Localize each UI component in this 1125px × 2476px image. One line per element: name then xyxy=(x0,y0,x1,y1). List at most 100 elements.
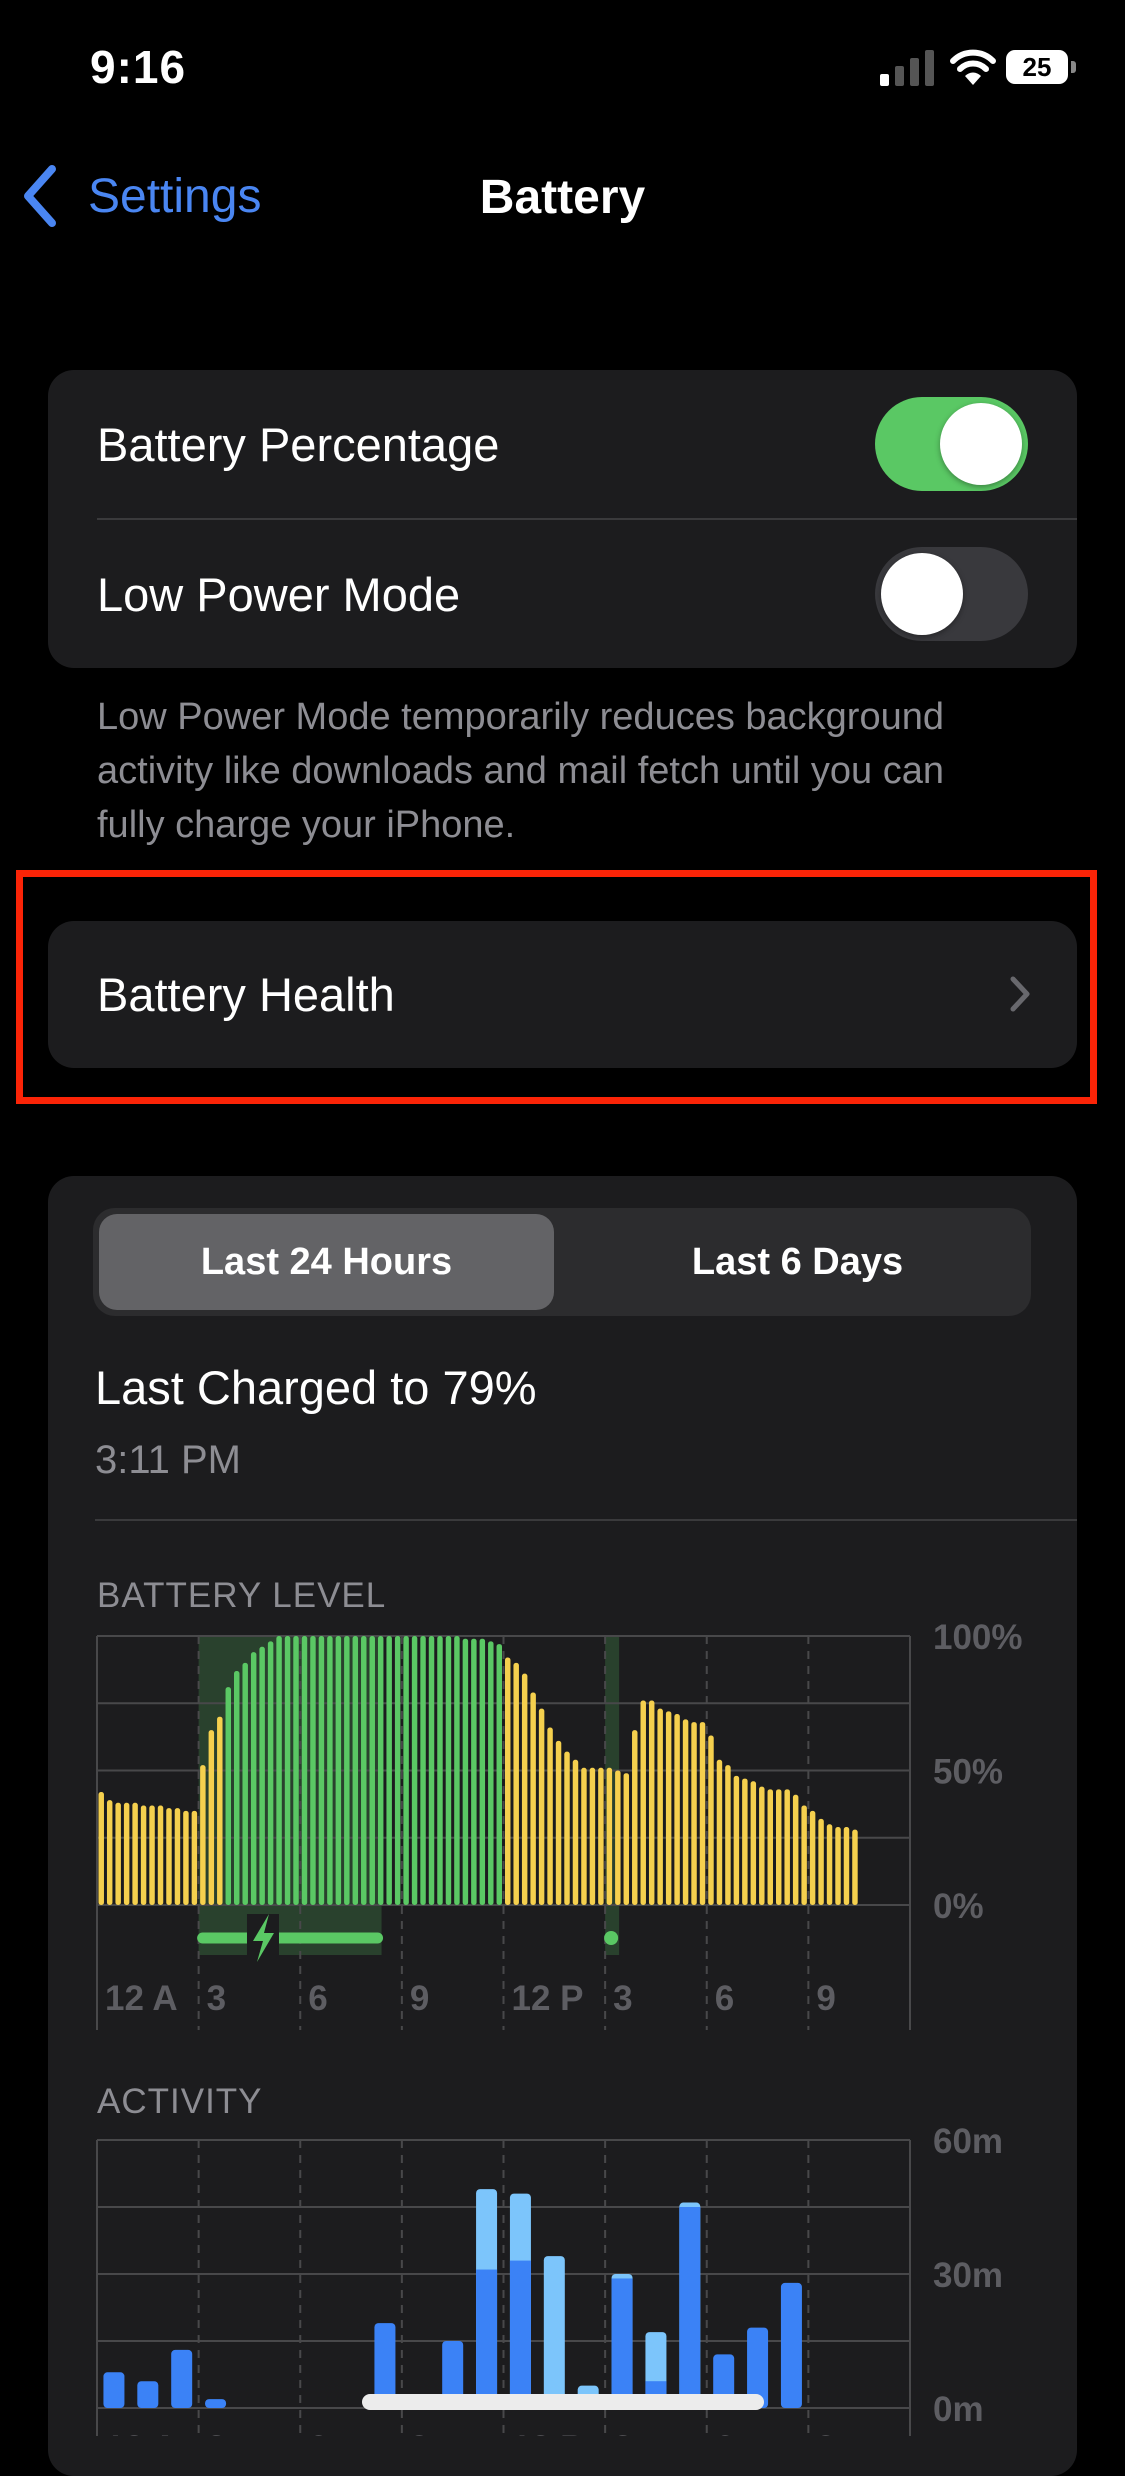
battery-bar xyxy=(606,1767,613,1905)
y-tick-label: 0m xyxy=(933,2390,984,2429)
battery-bar xyxy=(183,1810,189,1905)
battery-bar xyxy=(776,1789,782,1905)
battery-bar xyxy=(572,1759,579,1905)
battery-bar xyxy=(767,1789,773,1905)
wifi-icon xyxy=(950,47,996,87)
x-tick-label: 9 xyxy=(410,1979,429,2018)
battery-bar xyxy=(505,1657,511,1905)
y-tick-label: 60m xyxy=(933,2122,1003,2161)
activity-bar-screen-on xyxy=(205,2399,227,2408)
battery-bar xyxy=(657,1708,663,1905)
activity-chart: 60m 30m 0m 12 A 3 6 9 12 P 3 6 9 xyxy=(96,2122,1003,2436)
x-tick-label: 9 xyxy=(816,2429,835,2436)
battery-icon: 25 xyxy=(1006,50,1076,86)
battery-bar xyxy=(250,1652,257,1905)
segment-last-6-days[interactable]: Last 6 Days xyxy=(570,1214,1025,1310)
battery-bar xyxy=(784,1789,790,1905)
x-tick-label: 6 xyxy=(308,2429,327,2436)
battery-bar xyxy=(589,1767,596,1905)
battery-bar xyxy=(538,1708,545,1905)
battery-level-chart: 100% 50% 0% 12 A 3 6 9 12 P 3 6 9 xyxy=(96,1620,1023,2030)
battery-bar xyxy=(750,1781,757,1905)
activity-bar-screen-off xyxy=(543,2256,565,2408)
x-tick-label: 3 xyxy=(613,1979,632,2018)
battery-percentage-row: Battery Percentage xyxy=(48,370,1077,518)
section-divider xyxy=(95,1519,1077,1521)
battery-bar xyxy=(462,1638,469,1905)
battery-bar xyxy=(665,1711,672,1905)
battery-bar xyxy=(674,1714,680,1905)
battery-bar xyxy=(225,1687,231,1905)
y-tick-label: 100% xyxy=(933,1620,1023,1657)
activity-bar-screen-on xyxy=(103,2372,125,2408)
battery-bar xyxy=(191,1810,198,1905)
battery-bar xyxy=(344,1636,350,1905)
last-charged-text: Last Charged to 79% xyxy=(95,1361,537,1414)
y-tick-label: 50% xyxy=(933,1753,1003,1792)
battery-bar xyxy=(454,1636,460,1905)
battery-bar xyxy=(377,1636,384,1905)
low-power-footnote: Low Power Mode temporarily reduces backg… xyxy=(97,696,945,846)
battery-bar xyxy=(335,1636,342,1905)
x-tick-label: 9 xyxy=(410,2429,429,2436)
battery-health-row[interactable]: Battery Health xyxy=(48,921,1077,1068)
battery-bar xyxy=(581,1767,587,1905)
x-tick-label: 12 A xyxy=(105,2429,178,2436)
activity-bar-screen-on xyxy=(171,2349,193,2408)
battery-bar xyxy=(682,1719,689,1905)
chevron-right-icon xyxy=(1010,976,1030,1012)
battery-bar xyxy=(411,1636,418,1905)
battery-settings-group: Battery Percentage Low Power Mode xyxy=(48,370,1077,668)
battery-bar xyxy=(759,1786,765,1905)
battery-bar xyxy=(852,1829,858,1905)
low-power-mode-toggle[interactable] xyxy=(875,547,1028,641)
home-indicator[interactable] xyxy=(362,2394,764,2410)
battery-bar xyxy=(234,1670,240,1905)
battery-level-title: BATTERY LEVEL xyxy=(97,1576,387,1615)
low-power-mode-row: Low Power Mode xyxy=(48,520,1077,668)
x-tick-label: 12 A xyxy=(105,1979,178,2018)
battery-bar xyxy=(284,1636,291,1905)
battery-bar xyxy=(716,1759,723,1905)
battery-bar xyxy=(623,1773,630,1905)
activity-bar-screen-on xyxy=(476,2269,498,2408)
battery-bar xyxy=(530,1692,536,1905)
battery-bar xyxy=(174,1808,181,1905)
battery-bar xyxy=(140,1805,147,1905)
battery-bar xyxy=(632,1730,638,1905)
segment-last-24-hours[interactable]: Last 24 Hours xyxy=(99,1214,554,1310)
battery-bar xyxy=(640,1700,646,1905)
battery-health-label: Battery Health xyxy=(97,968,395,1021)
battery-bar xyxy=(217,1716,223,1905)
battery-bar xyxy=(327,1636,333,1905)
activity-bar-screen-on xyxy=(137,2381,159,2408)
battery-bar xyxy=(267,1641,274,1905)
y-tick-label: 0% xyxy=(933,1887,984,1926)
battery-level-text: 25 xyxy=(1006,50,1068,84)
battery-bar xyxy=(208,1730,215,1905)
battery-bar xyxy=(149,1805,155,1905)
x-tick-label: 6 xyxy=(308,1979,327,2018)
battery-bar xyxy=(733,1775,740,1905)
battery-bar xyxy=(428,1636,435,1905)
battery-bar xyxy=(352,1636,359,1905)
battery-bar xyxy=(403,1636,409,1905)
x-tick-label: 3 xyxy=(613,2429,632,2436)
x-tick-label: 3 xyxy=(207,2429,226,2436)
battery-bar xyxy=(123,1802,130,1905)
battery-bar xyxy=(615,1770,621,1905)
battery-bar xyxy=(725,1765,731,1905)
battery-bar xyxy=(792,1794,799,1905)
battery-bar xyxy=(157,1805,164,1905)
battery-bar xyxy=(471,1638,477,1905)
battery-bar xyxy=(742,1778,748,1905)
time-range-segmented-control: Last 24 Hours Last 6 Days xyxy=(93,1208,1031,1316)
battery-bar xyxy=(386,1636,392,1905)
battery-percentage-toggle[interactable] xyxy=(875,397,1028,491)
cellular-signal-icon xyxy=(880,50,940,86)
battery-bar xyxy=(420,1636,426,1905)
battery-bar xyxy=(166,1808,172,1905)
battery-bar xyxy=(437,1636,443,1905)
battery-bar xyxy=(276,1636,282,1905)
x-tick-label: 6 xyxy=(715,2429,734,2436)
